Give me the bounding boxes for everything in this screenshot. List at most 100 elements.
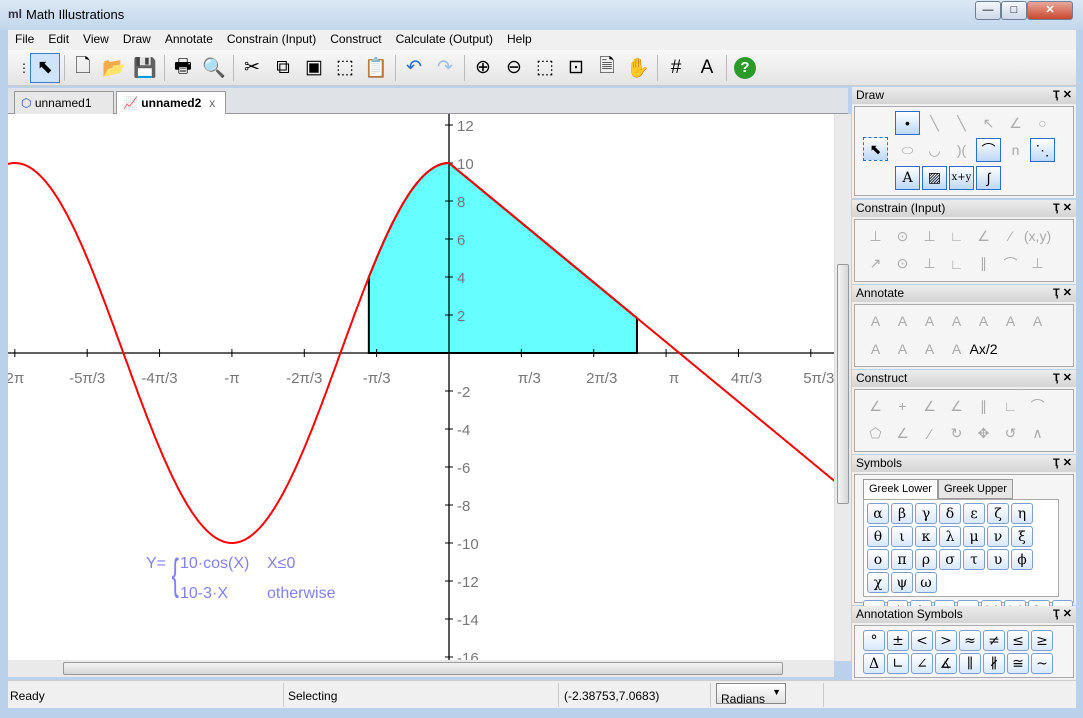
construct-tool[interactable]: ⌒ bbox=[1025, 394, 1050, 418]
annotate-tool[interactable]: Ax/2 bbox=[970, 337, 998, 361]
annotate-tool[interactable]: A bbox=[998, 309, 1023, 333]
pin-icon[interactable]: Ҭ bbox=[1053, 287, 1063, 299]
close-icon[interactable]: ✕ bbox=[1063, 287, 1072, 299]
draw-text-tool[interactable]: A bbox=[895, 165, 920, 190]
constrain-tool[interactable]: ↗ bbox=[863, 252, 888, 276]
draw-function-graph-tool[interactable]: ∫ bbox=[976, 165, 1001, 190]
pin-icon[interactable]: Ҭ bbox=[1053, 608, 1063, 620]
zoom-out-button[interactable]: ⊖ bbox=[499, 53, 529, 83]
draw-equation-tool[interactable]: x+y bbox=[949, 165, 974, 190]
open-folder-button[interactable]: 📂 bbox=[99, 53, 129, 83]
horizontal-scroll-thumb[interactable] bbox=[63, 662, 783, 675]
construct-tool[interactable]: ⬠ bbox=[863, 422, 888, 446]
draw-select-tool[interactable]: ⬉ bbox=[863, 137, 888, 161]
annotate-tool[interactable]: A bbox=[944, 309, 969, 333]
vertical-scroll-thumb[interactable] bbox=[837, 264, 849, 504]
annotation-symbol-button[interactable]: ± bbox=[887, 630, 909, 651]
close-icon[interactable]: ✕ bbox=[1063, 372, 1072, 384]
annotation-symbol-button[interactable]: ≥ bbox=[1031, 630, 1053, 651]
annotation-symbol-button[interactable]: ∠ bbox=[911, 653, 933, 674]
annotate-tool[interactable]: A bbox=[917, 309, 942, 333]
draw-line-tool[interactable]: ╲ bbox=[922, 111, 947, 135]
copy-button[interactable]: ⧉ bbox=[268, 53, 298, 83]
close-icon[interactable]: ✕ bbox=[1063, 202, 1072, 214]
symbol-button[interactable]: π bbox=[891, 549, 913, 570]
pin-icon[interactable]: Ҭ bbox=[1053, 372, 1063, 384]
draw-image-tool[interactable]: ▨ bbox=[922, 165, 947, 190]
symbol-button[interactable]: γ bbox=[915, 503, 937, 524]
annotate-tool[interactable]: A bbox=[890, 309, 915, 333]
constrain-tool[interactable]: ∥ bbox=[971, 252, 996, 276]
drawing-canvas[interactable]: 2π -5π/3 -4π/3 -π -2π/3 -π/3 π/3 2π/3 π 4π/3 5π/3 1… bbox=[8, 114, 848, 661]
tab-unnamed1[interactable]: ⬡ unnamed1 bbox=[14, 91, 114, 114]
menu-help[interactable]: Help bbox=[500, 30, 539, 50]
construct-tool[interactable]: ∠ bbox=[863, 394, 888, 418]
zoom-selection-button[interactable]: ⬚ bbox=[530, 53, 560, 83]
close-icon[interactable]: ✕ bbox=[1063, 89, 1072, 101]
construct-tool[interactable]: ∠ bbox=[890, 422, 915, 446]
menu-edit[interactable]: Edit bbox=[41, 30, 76, 50]
constrain-tool[interactable]: ∠ bbox=[971, 224, 996, 248]
vertical-scrollbar[interactable] bbox=[834, 114, 851, 661]
pin-icon[interactable]: Ҭ bbox=[1053, 202, 1063, 214]
zoom-fit-button[interactable]: ⊡ bbox=[561, 53, 591, 83]
menu-calculate-output[interactable]: Calculate (Output) bbox=[389, 30, 500, 50]
symbol-button[interactable]: σ bbox=[939, 549, 961, 570]
save-button[interactable]: 💾 bbox=[130, 53, 160, 83]
constrain-tool[interactable]: ⊙ bbox=[890, 252, 915, 276]
menu-constrain-input[interactable]: Constrain (Input) bbox=[220, 30, 323, 50]
copy-window-button[interactable]: ▣ bbox=[299, 53, 329, 83]
annotate-tool[interactable]: A bbox=[863, 309, 888, 333]
symbol-button[interactable]: κ bbox=[915, 526, 937, 547]
symbol-button[interactable]: λ bbox=[939, 526, 961, 547]
constrain-tool[interactable]: ∟ bbox=[944, 224, 969, 248]
menu-construct[interactable]: Construct bbox=[323, 30, 388, 50]
constrain-tool[interactable]: (x,y) bbox=[1024, 224, 1051, 248]
draw-ellipse-tool[interactable]: ⬭ bbox=[895, 138, 920, 162]
redo-button[interactable]: ↷ bbox=[430, 53, 460, 83]
draw-point-tool[interactable]: • bbox=[895, 111, 920, 135]
close-button[interactable]: ✕ bbox=[1027, 1, 1073, 20]
symbol-button[interactable]: β bbox=[891, 503, 913, 524]
symbol-button[interactable]: ρ bbox=[915, 549, 937, 570]
menu-view[interactable]: View bbox=[76, 30, 116, 50]
symbol-button[interactable]: α bbox=[867, 503, 889, 524]
annotate-tool[interactable]: A bbox=[890, 337, 915, 361]
construct-tool[interactable]: ∧ bbox=[1025, 422, 1050, 446]
annotate-tool[interactable]: A bbox=[944, 337, 969, 361]
annotation-symbol-button[interactable]: ≠ bbox=[983, 630, 1005, 651]
annotation-symbol-button[interactable]: ∡ bbox=[935, 653, 957, 674]
pin-icon[interactable]: Ҭ bbox=[1053, 457, 1063, 469]
annotation-symbol-button[interactable]: ≤ bbox=[1007, 630, 1029, 651]
symbol-button[interactable]: ϕ bbox=[1011, 549, 1033, 570]
symbol-button[interactable]: η bbox=[1011, 503, 1033, 524]
construct-tool[interactable]: ∠ bbox=[917, 394, 942, 418]
annotation-symbol-button[interactable]: ≅ bbox=[1007, 653, 1029, 674]
symbol-button[interactable]: ι bbox=[891, 526, 913, 547]
constrain-tool[interactable]: ∟ bbox=[944, 252, 969, 276]
pin-icon[interactable]: Ҭ bbox=[1053, 89, 1063, 101]
print-button[interactable]: 🖶 bbox=[168, 53, 198, 83]
lock-font-button[interactable]: A bbox=[692, 53, 722, 83]
symbol-button[interactable]: ω bbox=[915, 572, 937, 593]
construct-tool[interactable]: ↻ bbox=[944, 422, 969, 446]
symbol-button[interactable]: υ bbox=[987, 549, 1009, 570]
draw-segment-tool[interactable]: ╲ bbox=[949, 111, 974, 135]
annotate-tool[interactable]: A bbox=[1025, 309, 1050, 333]
cut-button[interactable]: ✂ bbox=[237, 53, 267, 83]
symbol-button[interactable]: ξ bbox=[1011, 526, 1033, 547]
horizontal-scrollbar[interactable] bbox=[8, 660, 834, 677]
tab-greek-lower[interactable]: Greek Lower bbox=[863, 479, 938, 499]
tab-greek-upper[interactable]: Greek Upper bbox=[937, 479, 1013, 499]
construct-tool[interactable]: ✥ bbox=[971, 422, 996, 446]
menu-annotate[interactable]: Annotate bbox=[158, 30, 220, 50]
constrain-tool[interactable]: ⊥ bbox=[1025, 252, 1050, 276]
close-icon[interactable]: ✕ bbox=[1063, 457, 1072, 469]
new-file-button[interactable]: 🗋 bbox=[68, 53, 98, 83]
construct-tool[interactable]: ∥ bbox=[971, 394, 996, 418]
maximize-button[interactable]: □ bbox=[1001, 1, 1027, 20]
annotation-symbol-button[interactable]: > bbox=[935, 630, 957, 651]
print-preview-button[interactable]: 🔍 bbox=[199, 53, 229, 83]
symbol-button[interactable]: τ bbox=[963, 549, 985, 570]
draw-parabola-tool[interactable]: ◡ bbox=[922, 138, 947, 162]
